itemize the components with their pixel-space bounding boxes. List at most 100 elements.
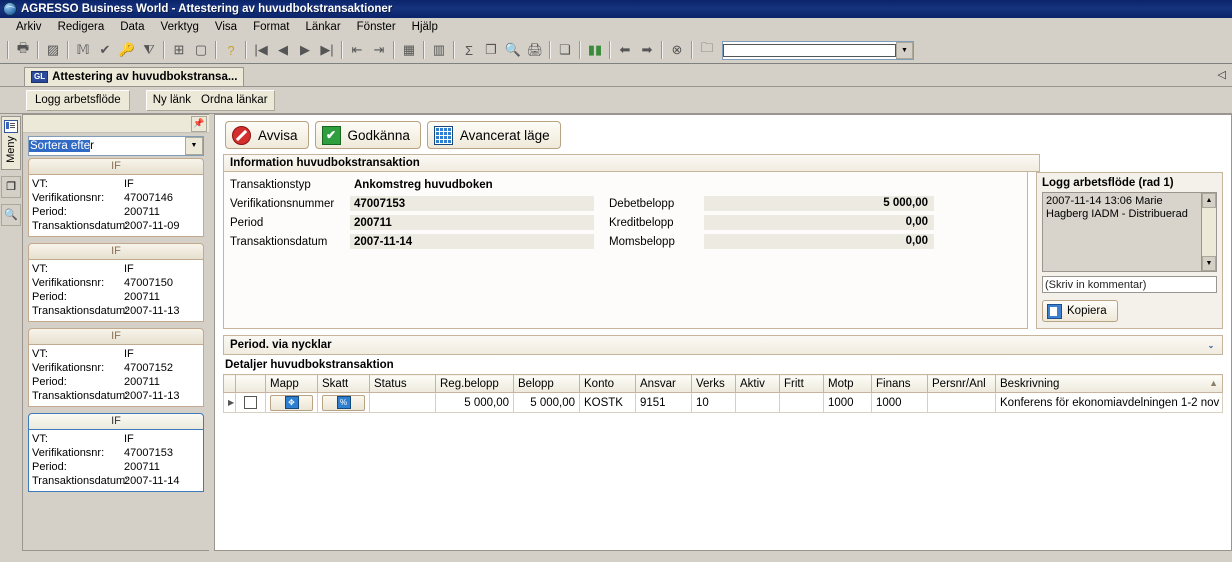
period-via-nycklar-section[interactable]: Period. via nycklar ⌄ — [223, 335, 1223, 355]
document-tab[interactable]: GL Attestering av huvudbokstransa... — [24, 67, 245, 86]
toolbar-separator — [423, 41, 425, 59]
link-right-icon[interactable]: ⇥ — [368, 39, 390, 61]
menu-item-hjalp[interactable]: Hjälp — [404, 20, 446, 34]
meny-rail-tab[interactable]: Meny — [1, 116, 21, 170]
list-item[interactable]: IF VT: IF Verifikationsnr: 47007152 Period… — [28, 328, 204, 407]
card-header: IF — [28, 328, 204, 345]
momsbelopp-value: 0,00 — [704, 234, 934, 249]
godkanna-button[interactable]: ✔ Godkänna — [314, 121, 421, 149]
menu-item-arkiv[interactable]: Arkiv — [8, 20, 50, 34]
menu-item-fonster[interactable]: Fönster — [349, 20, 404, 34]
chevron-down-icon[interactable]: ▼ — [185, 136, 203, 155]
window-icon[interactable]: ❏ — [554, 39, 576, 61]
binoculars-icon[interactable]: 𝕄 — [72, 39, 94, 61]
workflow-log-panel: Logg arbetsflöde (rad 1) 2007-11-14 13:0… — [1036, 172, 1223, 329]
col-belopp[interactable]: Belopp — [513, 374, 580, 393]
menu-item-format[interactable]: Format — [245, 20, 297, 34]
col-konto[interactable]: Konto — [579, 374, 636, 393]
sort-asc-icon[interactable]: ▲ — [1209, 378, 1218, 388]
percent-blue-icon: % — [336, 396, 351, 409]
next-record-icon[interactable]: ▶ — [294, 39, 316, 61]
mapp-button[interactable]: ✥ — [270, 394, 313, 411]
col-marker[interactable] — [223, 374, 236, 393]
help-icon[interactable]: ? — [220, 39, 242, 61]
col-ansvar[interactable]: Ansvar — [635, 374, 692, 393]
log-scrollbar[interactable]: ▲ ▼ — [1201, 193, 1216, 271]
export-icon[interactable]: ▨ — [42, 39, 64, 61]
row-checkbox[interactable] — [244, 396, 257, 409]
comment-input[interactable]: (Skriv in kommentar) — [1042, 276, 1217, 293]
sort-input[interactable]: Sortera efte r ▼ — [28, 135, 204, 156]
ordna-lankar-button[interactable]: Ordna länkar — [201, 94, 267, 106]
link-left-icon[interactable]: ⇤ — [346, 39, 368, 61]
check-icon[interactable]: ✔ — [94, 39, 116, 61]
back-icon[interactable]: ⬅ — [614, 39, 636, 61]
col-beskrivning[interactable]: Beskrivning ▲ — [995, 374, 1223, 393]
open-folder-icon[interactable]: 🗀 — [696, 39, 718, 61]
col-select[interactable] — [235, 374, 266, 393]
ny-lank-button[interactable]: Ny länk — [153, 94, 191, 106]
filter-icon[interactable]: ⧨ — [138, 39, 160, 61]
col-status[interactable]: Status — [369, 374, 436, 393]
kopiera-button[interactable]: Kopiera — [1042, 300, 1118, 322]
avvisa-button[interactable]: Avvisa — [225, 121, 309, 149]
cell-mapp[interactable]: ✥ — [265, 392, 318, 413]
link-tools[interactable]: Ny länk Ordna länkar — [145, 89, 275, 111]
chart-icon[interactable]: ▥ — [428, 39, 450, 61]
collapse-panel-icon[interactable]: ◁ — [1218, 68, 1226, 81]
menu-item-verktyg[interactable]: Verktyg — [153, 20, 207, 34]
col-reg-belopp[interactable]: Reg.belopp — [435, 374, 514, 393]
copy-icon[interactable]: ❐ — [480, 39, 502, 61]
col-fritt[interactable]: Fritt — [779, 374, 824, 393]
col-finans[interactable]: Finans — [871, 374, 928, 393]
print-icon[interactable]: 🖶 — [12, 39, 34, 61]
col-mapp[interactable]: Mapp — [265, 374, 318, 393]
advanced-grid-icon — [433, 125, 453, 145]
logg-arbetsflode-button[interactable]: Logg arbetsflöde — [26, 89, 130, 111]
sum-icon[interactable]: Σ — [458, 39, 480, 61]
log-textarea[interactable]: 2007-11-14 13:06 Marie Hagberg IADM - Di… — [1042, 192, 1217, 272]
menu-item-lankar[interactable]: Länkar — [297, 20, 348, 34]
zoom-icon[interactable]: 🔍 — [502, 39, 524, 61]
vt-label: VT: — [32, 433, 48, 445]
cell-skatt[interactable]: % — [317, 392, 370, 413]
col-persnr-anl[interactable]: Persnr/Anl — [927, 374, 996, 393]
chevron-down-icon[interactable]: ▼ — [896, 41, 913, 59]
list-item[interactable]: IF VT: IF Verifikationsnr: 47007146 Period… — [28, 158, 204, 237]
report-icon[interactable]: ▮▮ — [584, 39, 606, 61]
previous-record-icon[interactable]: ◀ — [272, 39, 294, 61]
col-skatt[interactable]: Skatt — [317, 374, 370, 393]
forward-icon[interactable]: ➡ — [636, 39, 658, 61]
col-aktiv[interactable]: Aktiv — [735, 374, 780, 393]
printer-preview-icon[interactable]: 🖨 — [524, 39, 546, 61]
scroll-up-icon[interactable]: ▲ — [1202, 193, 1216, 208]
menu-item-data[interactable]: Data — [112, 20, 152, 34]
row-checkbox-cell[interactable] — [235, 392, 266, 413]
avancerat-lage-button[interactable]: Avancerat läge — [426, 121, 561, 149]
scroll-down-icon[interactable]: ▼ — [1202, 256, 1216, 271]
first-record-icon[interactable]: |◀ — [250, 39, 272, 61]
copy-pages-icon[interactable]: ❐ — [1, 175, 21, 198]
cancel-icon[interactable]: ⊗ — [666, 39, 688, 61]
pin-icon[interactable]: 📌 — [191, 115, 207, 132]
menu-item-redigera[interactable]: Redigera — [50, 20, 113, 34]
key-icon[interactable]: 🔑 — [116, 39, 138, 61]
title-bar: AGRESSO Business World - Attestering av … — [0, 0, 1232, 18]
log-title: Logg arbetsflöde (rad 1) — [1042, 177, 1174, 189]
toolbar-combo[interactable]: ▼ — [722, 40, 914, 60]
list-item[interactable]: IF VT: IF Verifikationsnr: 47007150 Period… — [28, 243, 204, 322]
skatt-button[interactable]: % — [322, 394, 365, 411]
table-row[interactable]: ▶ ✥ % 5 000,00 5 000,00 KOSTK 9151 10 10… — [223, 392, 1223, 413]
col-motp[interactable]: Motp — [823, 374, 872, 393]
last-record-icon[interactable]: ▶| — [316, 39, 338, 61]
menu-item-visa[interactable]: Visa — [207, 20, 245, 34]
blank-icon[interactable]: ▢ — [190, 39, 212, 61]
toolbar-combo-value[interactable] — [723, 43, 896, 57]
col-verks[interactable]: Verks — [691, 374, 736, 393]
table-icon[interactable]: ▦ — [398, 39, 420, 61]
insert-row-icon[interactable]: ⊞ — [168, 39, 190, 61]
chevron-down-icon[interactable]: ⌄ — [1204, 338, 1218, 352]
ver-label: Verifikationsnr: — [32, 447, 105, 459]
magnifier-icon[interactable]: 🔍 — [1, 203, 21, 226]
list-item-selected[interactable]: IF VT: IF Verifikationsnr: 47007153 Period… — [28, 413, 204, 492]
